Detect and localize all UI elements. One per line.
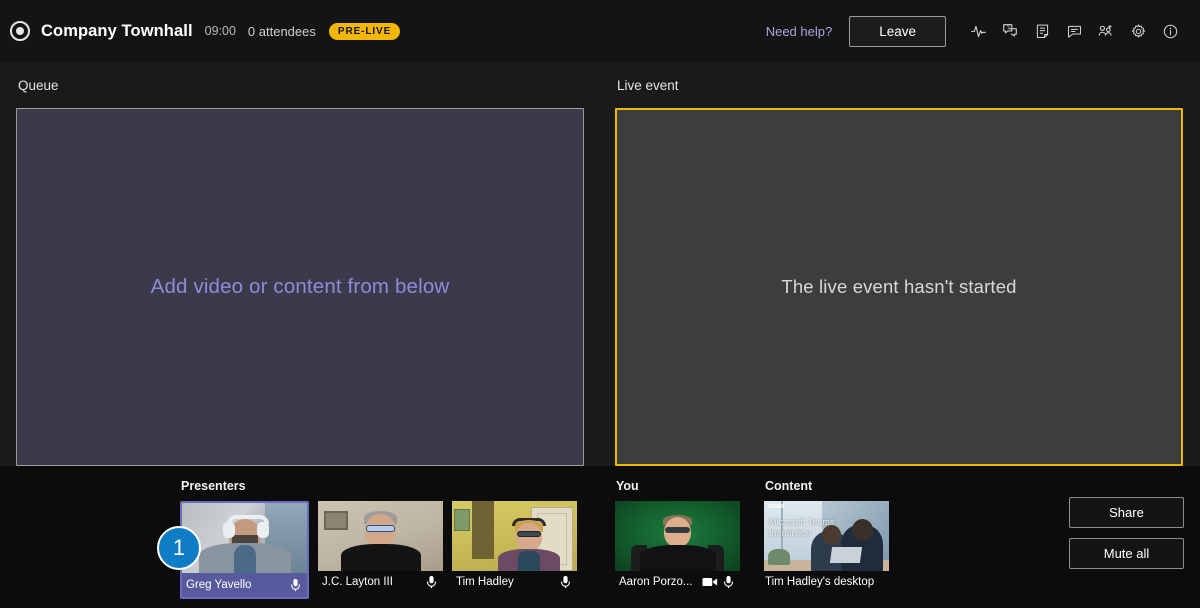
content-name: Tim Hadley's desktop [765, 576, 875, 588]
presenter-name-bar: Greg Yavello [182, 573, 307, 597]
chat-icon[interactable] [1059, 16, 1089, 46]
app-header: Company Townhall 09:00 0 attendees PRE-L… [0, 0, 1200, 62]
presenter-name: J.C. Layton III [322, 576, 393, 588]
presenter-order-badge: 1 [157, 526, 201, 570]
header-actions: Need help? Leave ? [766, 15, 1186, 47]
you-group: You Aaron Porzo... [615, 479, 740, 608]
content-group: Content Microsoft Teams Immersion Tim Ha… [764, 479, 889, 608]
live-event-stage[interactable]: The live event hasn't started [615, 108, 1183, 466]
you-name-bar: Aaron Porzo... [615, 571, 740, 593]
record-icon [10, 21, 30, 41]
mic-icon[interactable] [722, 575, 735, 589]
need-help-link[interactable]: Need help? [766, 24, 833, 39]
mic-icon[interactable] [425, 575, 438, 589]
presenter-name-bar: J.C. Layton III [318, 571, 443, 593]
header-icon-row: ? [962, 16, 1186, 46]
content-tiles: Microsoft Teams Immersion Tim Hadley's d… [764, 501, 889, 593]
content-tile-tim-hadley-desktop[interactable]: Microsoft Teams Immersion Tim Hadley's d… [764, 501, 889, 593]
health-pulse-icon[interactable] [963, 16, 993, 46]
presenters-group: Presenters 1 Greg Yavello J.C. Layton II… [157, 479, 577, 608]
main-area: Queue Add video or content from below Li… [0, 62, 1200, 466]
presenter-video-thumbnail [452, 501, 577, 571]
presenter-name: Tim Hadley [456, 576, 514, 588]
you-label: You [616, 479, 639, 493]
content-slide-title: Microsoft Teams Immersion [769, 517, 835, 538]
presenter-tile-tim-hadley[interactable]: Tim Hadley [452, 501, 577, 599]
you-name: Aaron Porzo... [619, 576, 693, 588]
notes-icon[interactable] [1027, 16, 1057, 46]
svg-text:?: ? [1007, 25, 1010, 31]
bottom-bar: Presenters 1 Greg Yavello J.C. Layton II… [0, 466, 1200, 608]
page-title: Company Townhall [41, 21, 193, 40]
mute-all-button[interactable]: Mute all [1069, 537, 1184, 569]
queue-label: Queue [18, 78, 59, 93]
presenter-name-bar: Tim Hadley [452, 571, 577, 593]
presenter-name: Greg Yavello [186, 579, 252, 591]
add-participant-icon[interactable] [1091, 16, 1121, 46]
status-badge: PRE-LIVE [328, 22, 401, 40]
camera-icon[interactable] [702, 576, 718, 588]
share-button[interactable]: Share [1069, 496, 1184, 528]
content-name-bar: Tim Hadley's desktop [764, 571, 889, 593]
presenter-video-thumbnail [182, 503, 307, 573]
leave-button[interactable]: Leave [849, 15, 946, 47]
attendee-count: 0 attendees [247, 23, 316, 39]
presenter-tile-jc-layton-iii[interactable]: J.C. Layton III [318, 501, 443, 599]
queue-placeholder: Add video or content from below [150, 275, 450, 298]
content-label: Content [765, 479, 813, 493]
live-event-panel: Live event The live event hasn't started [615, 78, 1183, 466]
live-event-placeholder: The live event hasn't started [781, 276, 1017, 297]
presenters-label: Presenters [181, 479, 246, 493]
qna-icon[interactable]: ? [995, 16, 1025, 46]
bottom-actions: Share Mute all [1069, 479, 1184, 608]
you-tile-aaron-porzo[interactable]: Aaron Porzo... [615, 501, 740, 593]
presenter-tiles: 1 Greg Yavello J.C. Layton III Tim Hadle… [157, 501, 577, 599]
info-icon[interactable] [1155, 16, 1185, 46]
presenter-tile-greg-yavello[interactable]: 1 Greg Yavello [157, 501, 309, 599]
settings-gear-icon[interactable] [1123, 16, 1153, 46]
you-tiles: Aaron Porzo... [615, 501, 740, 593]
content-thumbnail: Microsoft Teams Immersion [764, 501, 889, 571]
meeting-time: 09:00 [204, 24, 236, 38]
queue-stage[interactable]: Add video or content from below [16, 108, 584, 466]
live-event-label: Live event [617, 78, 679, 93]
you-video-thumbnail [615, 501, 740, 571]
queue-panel: Queue Add video or content from below [16, 78, 584, 466]
mic-icon[interactable] [289, 578, 302, 592]
presenter-video-thumbnail [318, 501, 443, 571]
mic-icon[interactable] [559, 575, 572, 589]
